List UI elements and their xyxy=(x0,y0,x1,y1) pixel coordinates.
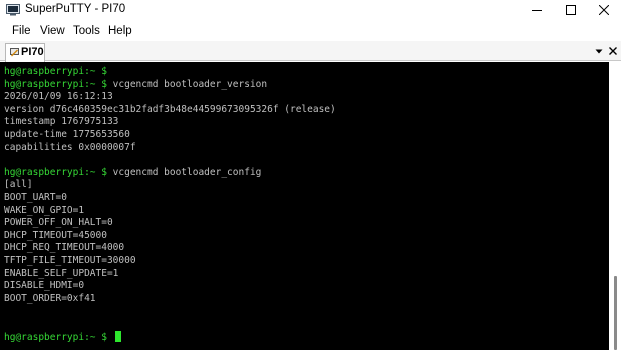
terminal-output-line: DHCP_TIMEOUT=45000 xyxy=(4,230,107,242)
scrollbar-thumb[interactable] xyxy=(614,276,617,350)
command-text: vcgencmd bootloader_config xyxy=(106,166,262,178)
terminal-output-line: DISABLE_HDMI=0 xyxy=(4,280,84,292)
tab-label: PI70 xyxy=(21,46,44,58)
close-icon xyxy=(599,5,609,15)
output-text: WAKE_ON_GPIO=1 xyxy=(4,204,85,216)
output-text: capabilities 0x0000007f xyxy=(4,141,136,153)
menu-file[interactable]: File xyxy=(12,25,31,37)
output-text: DHCP_TIMEOUT=45000 xyxy=(4,229,107,241)
output-text: DISABLE_HDMI=0 xyxy=(4,280,85,292)
command-text xyxy=(107,332,113,343)
superputty-app-icon xyxy=(6,4,20,16)
minimize-icon xyxy=(532,10,542,11)
terminal-output-line: timestamp 1767975133 xyxy=(4,116,118,128)
output-text: timestamp 1767975133 xyxy=(4,116,119,128)
terminal-output-line: version d76c460359ec31b2fadf3b48e4459967… xyxy=(4,104,336,116)
menu-tools[interactable]: Tools xyxy=(73,25,100,37)
output-text: POWER_OFF_ON_HALT=0 xyxy=(4,217,113,229)
shell-prompt: hg@raspberrypi:~ $ xyxy=(4,331,107,343)
output-text: DHCP_REQ_TIMEOUT=4000 xyxy=(4,242,125,254)
maximize-button[interactable] xyxy=(554,0,588,20)
output-text: [all] xyxy=(4,179,33,191)
maximize-icon xyxy=(566,5,576,15)
output-text: BOOT_ORDER=0xf41 xyxy=(4,292,96,304)
terminal-output-line: update-time 1775653560 xyxy=(4,129,130,141)
putty-session-icon xyxy=(10,48,19,57)
minimize-button[interactable] xyxy=(520,0,554,20)
output-text: TFTP_FILE_TIMEOUT=30000 xyxy=(4,255,136,266)
terminal-output-line: WAKE_ON_GPIO=1 xyxy=(4,205,84,217)
menu-help[interactable]: Help xyxy=(108,25,132,37)
terminal-output-line: 2026/01/09 16:12:13 xyxy=(4,91,113,103)
terminal-output-line: [all] xyxy=(4,179,33,191)
output-text: update-time 1775653560 xyxy=(4,129,130,140)
menu-view[interactable]: View xyxy=(40,25,65,37)
terminal-command-line: hg@raspberrypi:~ $ xyxy=(4,66,107,78)
terminal-output-line: capabilities 0x0000007f xyxy=(4,142,136,154)
terminal-output-line: TFTP_FILE_TIMEOUT=30000 xyxy=(4,255,136,267)
title-bar[interactable]: SuperPuTTY - PI70 xyxy=(0,0,621,20)
window-title: SuperPuTTY - PI70 xyxy=(25,3,126,15)
text-cursor xyxy=(114,330,121,342)
tab-strip: PI70 xyxy=(0,41,621,62)
terminal-command-line: hg@raspberrypi:~ $ vcgencmd bootloader_v… xyxy=(4,79,267,91)
terminal-command-line: hg@raspberrypi:~ $ xyxy=(4,330,121,343)
vertical-scrollbar[interactable] xyxy=(609,62,621,350)
command-text: vcgencmd bootloader_version xyxy=(106,78,268,90)
terminal-output-line: BOOT_ORDER=0xf41 xyxy=(4,293,96,305)
shell-prompt: hg@raspberrypi:~ $ xyxy=(4,78,107,90)
shell-prompt: hg@raspberrypi:~ $ xyxy=(4,66,107,77)
terminal-command-line: hg@raspberrypi:~ $ vcgencmd bootloader_c… xyxy=(4,167,261,179)
terminal-output[interactable]: hg@raspberrypi:~ $ hg@raspberrypi:~ $ vcg… xyxy=(0,62,609,350)
terminal-output-line: POWER_OFF_ON_HALT=0 xyxy=(4,217,113,229)
shell-prompt: hg@raspberrypi:~ $ xyxy=(4,166,107,178)
output-text: ENABLE_SELF_UPDATE=1 xyxy=(4,267,119,279)
terminal-output-line: DHCP_REQ_TIMEOUT=4000 xyxy=(4,242,124,254)
close-button[interactable] xyxy=(587,0,621,20)
terminal-output-line: ENABLE_SELF_UPDATE=1 xyxy=(4,268,118,280)
output-text: BOOT_UART=0 xyxy=(4,192,67,203)
output-text: version d76c460359ec31b2fadf3b48e4459967… xyxy=(4,103,336,115)
tab-pi70[interactable]: PI70 xyxy=(5,43,45,62)
chevron-down-icon[interactable] xyxy=(594,45,604,57)
output-text: 2026/01/09 16:12:13 xyxy=(4,91,113,103)
close-icon[interactable] xyxy=(607,45,619,57)
terminal-output-line: BOOT_UART=0 xyxy=(4,192,67,204)
menu-bar: File View Tools Help xyxy=(0,21,621,41)
